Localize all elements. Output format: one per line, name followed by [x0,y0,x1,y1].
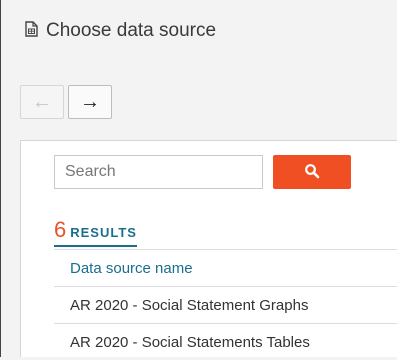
search-button[interactable] [273,155,351,189]
search-icon [304,163,320,182]
table-row[interactable]: AR 2020 - Social Statement Graphs [54,286,397,323]
results-label: RESULTS [70,225,137,240]
arrow-right-icon: → [80,90,100,113]
window-edge [0,0,1,357]
arrow-left-icon: ← [32,90,52,113]
column-header-data-source-name[interactable]: Data source name [54,249,397,286]
search-input[interactable] [54,155,263,189]
dialog-header: Choose data source [24,20,216,42]
back-button[interactable]: ← [20,85,64,119]
table-row[interactable]: AR 2020 - Social Statements Tables [54,323,397,360]
results-count: 6 [54,217,67,242]
document-icon [24,20,38,42]
data-source-table: Data source name AR 2020 - Social Statem… [54,249,397,360]
dialog-title: Choose data source [46,20,217,41]
navigation-buttons: ← → [20,85,112,119]
results-summary: 6 RESULTS [54,217,137,247]
forward-button[interactable]: → [68,85,112,119]
data-source-panel: 6 RESULTS Data source name AR 2020 - Soc… [20,140,397,357]
